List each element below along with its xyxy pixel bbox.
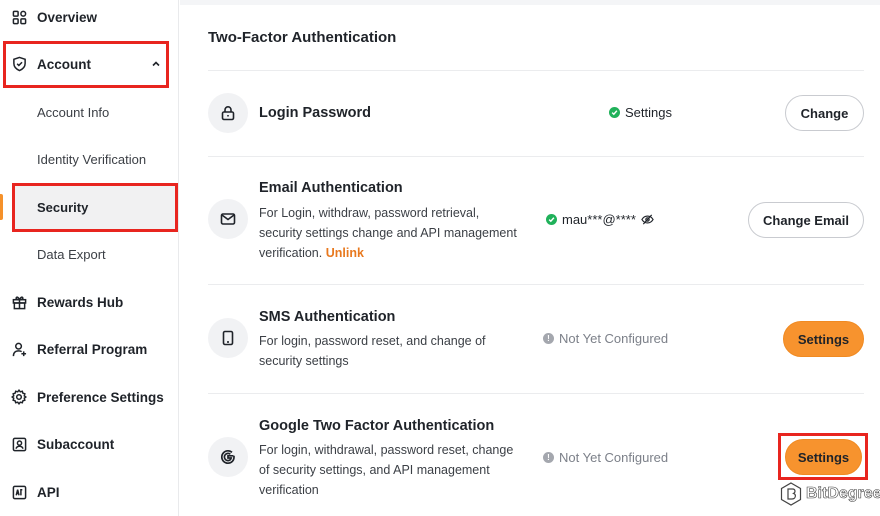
sidebar-item-overview[interactable]: Overview bbox=[0, 0, 178, 37]
sidebar-item-data-export[interactable]: Data Export bbox=[0, 234, 178, 274]
sidebar-item-referral-program[interactable]: Referral Program bbox=[0, 329, 178, 369]
sidebar: Overview Account Account Info Identity V… bbox=[0, 0, 179, 516]
highlight-box-security bbox=[12, 183, 178, 232]
sidebar-item-label: Identity Verification bbox=[37, 151, 147, 167]
sidebar-item-account-info[interactable]: Account Info bbox=[0, 92, 178, 132]
status-text: Settings bbox=[625, 105, 672, 120]
check-circle-icon bbox=[546, 214, 557, 225]
status-badge: ! Not Yet Configured bbox=[543, 331, 668, 346]
sidebar-item-label: Referral Program bbox=[37, 341, 148, 357]
status-badge: ! Not Yet Configured bbox=[543, 450, 668, 465]
status-badge: mau***@**** bbox=[546, 212, 654, 227]
divider bbox=[208, 156, 864, 157]
row-description: For Login, withdraw, password retrieval,… bbox=[259, 203, 519, 263]
eye-off-icon[interactable] bbox=[641, 213, 654, 226]
sidebar-item-label: API bbox=[37, 484, 60, 500]
user-card-icon bbox=[11, 436, 27, 452]
info-icon: ! bbox=[543, 452, 554, 463]
sidebar-item-label: Preference Settings bbox=[37, 389, 164, 405]
sidebar-item-identity-verification[interactable]: Identity Verification bbox=[0, 139, 178, 179]
sidebar-item-subaccount[interactable]: Subaccount bbox=[0, 424, 178, 464]
unlink-link[interactable]: Unlink bbox=[326, 246, 364, 260]
divider bbox=[208, 70, 864, 71]
lock-icon-container bbox=[208, 93, 248, 133]
description-text: For Login, withdraw, password retrieval,… bbox=[259, 206, 517, 260]
mail-icon bbox=[220, 213, 236, 225]
highlight-box-google-settings bbox=[778, 433, 868, 480]
sidebar-item-preference-settings[interactable]: Preference Settings bbox=[0, 377, 178, 417]
watermark: BitDegree bbox=[780, 482, 880, 506]
mail-icon-container bbox=[208, 199, 248, 239]
page-title: Two-Factor Authentication bbox=[208, 29, 397, 46]
sms-settings-button[interactable]: Settings bbox=[783, 321, 864, 357]
status-text: Not Yet Configured bbox=[559, 450, 669, 465]
divider bbox=[208, 284, 864, 285]
lock-icon bbox=[221, 105, 235, 121]
watermark-text: BitDegree bbox=[806, 485, 880, 503]
row-title: Email Authentication bbox=[259, 180, 403, 196]
info-icon: ! bbox=[543, 333, 554, 344]
row-description: For login, password reset, and change of… bbox=[259, 334, 486, 368]
status-badge: Settings bbox=[609, 105, 672, 120]
masked-email: mau***@**** bbox=[562, 212, 636, 227]
check-circle-icon bbox=[609, 107, 620, 118]
row-title: Google Two Factor Authentication bbox=[259, 418, 495, 434]
divider bbox=[208, 393, 864, 394]
sidebar-item-label: Overview bbox=[37, 9, 98, 25]
sidebar-item-api[interactable]: API bbox=[0, 472, 178, 512]
google-icon bbox=[220, 449, 235, 465]
sidebar-item-label: Account Info bbox=[37, 104, 110, 120]
row-title: Login Password bbox=[259, 105, 371, 121]
change-email-button[interactable]: Change Email bbox=[748, 202, 864, 238]
phone-icon-container bbox=[208, 318, 248, 358]
bitdegree-logo-icon bbox=[780, 482, 802, 506]
top-strip bbox=[180, 0, 880, 5]
sidebar-item-rewards-hub[interactable]: Rewards Hub bbox=[0, 282, 178, 322]
google-icon-container bbox=[208, 437, 248, 477]
row-description: For login, withdrawal, password reset, c… bbox=[259, 443, 514, 497]
gift-icon bbox=[11, 294, 27, 310]
gear-icon bbox=[11, 389, 27, 405]
phone-icon bbox=[222, 330, 234, 346]
api-icon bbox=[11, 484, 27, 500]
user-add-icon bbox=[11, 341, 27, 357]
change-password-button[interactable]: Change bbox=[785, 95, 864, 131]
sidebar-item-label: Subaccount bbox=[37, 436, 115, 452]
sidebar-item-label: Rewards Hub bbox=[37, 294, 124, 310]
grid-icon bbox=[11, 9, 27, 25]
sidebar-item-label: Data Export bbox=[37, 246, 106, 262]
row-title: SMS Authentication bbox=[259, 309, 396, 325]
status-text: Not Yet Configured bbox=[559, 331, 669, 346]
highlight-box-account bbox=[3, 41, 169, 88]
